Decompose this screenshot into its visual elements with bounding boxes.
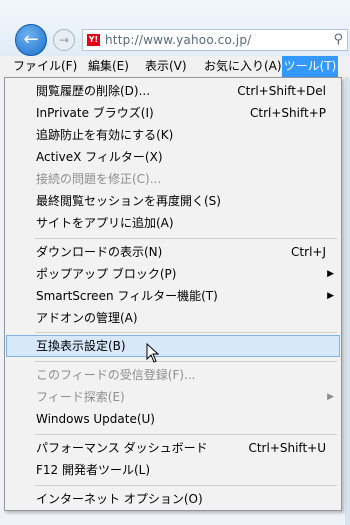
menu-item-windows-update[interactable]: Windows Update(U)	[6, 408, 340, 430]
menu-separator	[35, 238, 337, 239]
submenu-arrow-icon: ▶	[327, 269, 334, 279]
menu-item-smartscreen[interactable]: SmartScreen フィルター機能(T) ▶	[6, 285, 340, 307]
search-icon[interactable]: ⚲	[333, 32, 343, 47]
tools-menu: 閲覧履歴の削除(D)... Ctrl+Shift+Del InPrivate ブラ…	[4, 77, 342, 511]
menu-file[interactable]: ファイル(F)	[8, 56, 82, 77]
menu-item-f12-dev-tools[interactable]: F12 開発者ツール(L)	[6, 459, 340, 481]
menu-item-tracking-protection[interactable]: 追跡防止を有効にする(K)	[6, 124, 340, 146]
yahoo-favicon-icon: Y!	[87, 34, 100, 46]
menu-edit[interactable]: 編集(E)	[83, 56, 134, 77]
menu-item-delete-history[interactable]: 閲覧履歴の削除(D)... Ctrl+Shift+Del	[6, 80, 340, 102]
menu-view[interactable]: 表示(V)	[140, 56, 192, 77]
menu-item-internet-options[interactable]: インターネット オプション(O)	[6, 488, 340, 510]
back-arrow-icon: ←	[23, 29, 39, 50]
menu-item-reopen-session[interactable]: 最終閲覧セッションを再度開く(S)	[6, 190, 340, 212]
page-edge	[345, 77, 350, 525]
menu-item-performance-dashboard[interactable]: パフォーマンス ダッシュボード Ctrl+Shift+U	[6, 437, 340, 459]
menu-item-inprivate[interactable]: InPrivate ブラウズ(I) Ctrl+Shift+P	[6, 102, 340, 124]
submenu-arrow-icon: ▶	[327, 392, 334, 402]
mouse-cursor-icon	[146, 343, 160, 363]
menu-tools[interactable]: ツール(T)	[282, 56, 338, 77]
menu-separator	[35, 361, 337, 362]
menu-item-fix-connection: 接続の問題を修正(C)...	[36, 172, 162, 186]
menu-item-manage-addons[interactable]: アドオンの管理(A)	[6, 307, 340, 329]
menu-item-activex-filter[interactable]: ActiveX フィルター(X)	[6, 146, 340, 168]
address-bar[interactable]: Y! http://www.yahoo.co.jp/ ⚲	[82, 29, 348, 51]
menu-item-subscribe-feed: このフィードの受信登録(F)...	[36, 368, 196, 382]
menu-item-popup-blocker[interactable]: ポップアップ ブロック(P) ▶	[6, 263, 340, 285]
browser-toolbar: ← → Y! http://www.yahoo.co.jp/ ⚲	[0, 0, 350, 56]
menu-item-feed-discovery: フィード探索(E) ▶	[6, 386, 340, 408]
menu-bar: ファイル(F) 編集(E) 表示(V) お気に入り(A) ツール(T)	[0, 56, 350, 78]
menu-item-view-downloads[interactable]: ダウンロードの表示(N) Ctrl+J	[6, 241, 340, 263]
menu-separator	[35, 434, 337, 435]
menu-favorites[interactable]: お気に入り(A)	[199, 56, 287, 77]
submenu-arrow-icon: ▶	[327, 291, 334, 301]
back-button[interactable]: ←	[15, 24, 47, 56]
url-text: http://www.yahoo.co.jp/	[105, 33, 252, 47]
menu-item-compat-view-settings[interactable]: 互換表示設定(B)	[6, 335, 340, 357]
menu-separator	[35, 485, 337, 486]
forward-arrow-icon: →	[58, 33, 70, 47]
menu-separator	[35, 332, 337, 333]
menu-item-add-site-to-apps[interactable]: サイトをアプリに追加(A)	[6, 212, 340, 234]
forward-button[interactable]: →	[53, 29, 75, 51]
